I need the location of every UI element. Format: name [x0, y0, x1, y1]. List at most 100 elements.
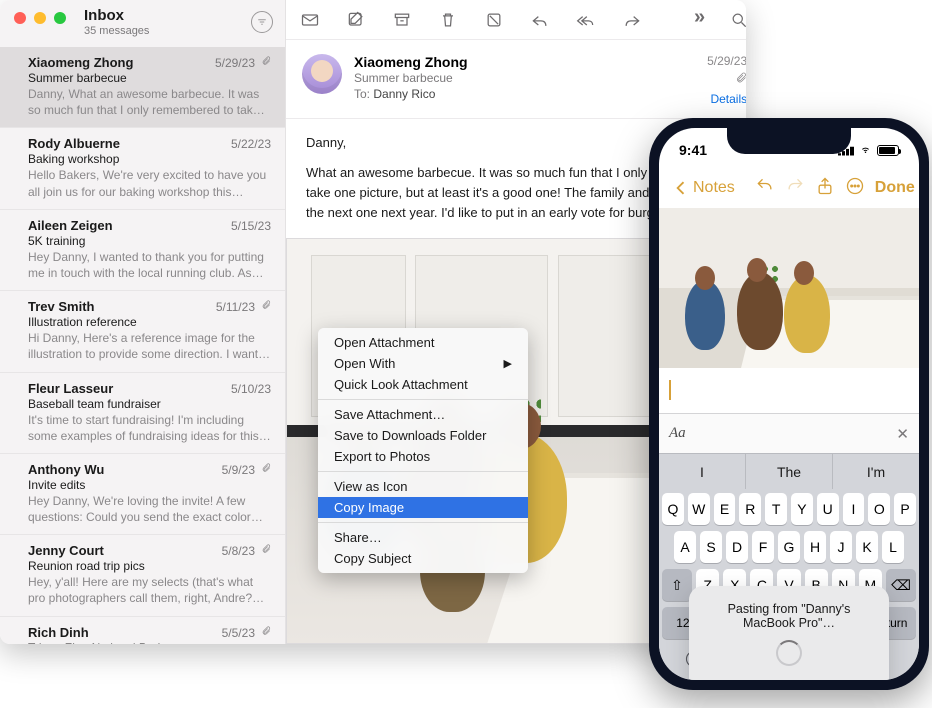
row-date: 5/10/23 — [231, 382, 271, 396]
key[interactable]: P — [894, 493, 916, 525]
key[interactable]: D — [726, 531, 748, 563]
reply-all-button[interactable] — [576, 10, 596, 30]
key[interactable]: T — [765, 493, 787, 525]
prediction[interactable]: I — [659, 454, 746, 489]
row-from: Jenny Court — [28, 543, 222, 558]
minimize-window-button[interactable] — [34, 12, 46, 24]
menu-item-label: Save Attachment… — [334, 407, 445, 422]
menu-item[interactable]: Save to Downloads Folder — [318, 425, 528, 446]
key[interactable]: L — [882, 531, 904, 563]
key[interactable]: W — [688, 493, 710, 525]
new-message-button[interactable] — [300, 10, 320, 30]
menu-item[interactable]: Copy Image — [318, 497, 528, 518]
row-subject: Trip to Zion National Park — [28, 641, 271, 644]
message-row[interactable]: Jenny Court5/8/23Reunion road trip picsH… — [0, 535, 285, 616]
prediction[interactable]: I'm — [833, 454, 919, 489]
row-from: Fleur Lasseur — [28, 381, 231, 396]
message-row[interactable]: Rody Albuerne5/22/23Baking workshopHello… — [0, 128, 285, 209]
key[interactable]: F — [752, 531, 774, 563]
zoom-window-button[interactable] — [54, 12, 66, 24]
done-button[interactable]: Done — [875, 179, 915, 197]
message-date: 5/29/23 — [707, 54, 746, 68]
sender-name: Xiaomeng Zhong — [354, 54, 695, 70]
reader-toolbar: » — [286, 0, 746, 40]
menu-item[interactable]: View as Icon — [318, 476, 528, 497]
window-controls[interactable] — [14, 7, 66, 24]
junk-icon — [484, 10, 504, 30]
row-date: 5/8/23 — [222, 544, 255, 558]
back-button[interactable]: Notes — [671, 178, 735, 198]
menu-item[interactable]: Quick Look Attachment — [318, 374, 528, 395]
envelope-icon — [300, 10, 320, 30]
row-subject: Summer barbecue — [28, 71, 271, 85]
more-button[interactable] — [845, 176, 865, 201]
row-subject: Invite edits — [28, 478, 271, 492]
key[interactable]: S — [700, 531, 722, 563]
share-button[interactable] — [815, 176, 835, 201]
row-subject: Reunion road trip pics — [28, 559, 271, 573]
key[interactable]: I — [843, 493, 865, 525]
delete-key[interactable]: ⌫ — [886, 569, 916, 601]
shift-key[interactable]: ⇧ — [662, 569, 692, 601]
menu-item[interactable]: Open Attachment — [318, 332, 528, 353]
text-cursor — [669, 380, 671, 400]
archive-button[interactable] — [392, 10, 412, 30]
message-row[interactable]: Anthony Wu5/9/23Invite editsHey Danny, W… — [0, 454, 285, 535]
menu-item[interactable]: Open With▶ — [318, 353, 528, 374]
delete-button[interactable] — [438, 10, 458, 30]
key[interactable]: U — [817, 493, 839, 525]
note-body[interactable]: Pasting from "Danny's MacBook Pro"… Canc… — [659, 368, 919, 413]
note-pasted-image[interactable] — [659, 208, 919, 368]
context-menu[interactable]: Open AttachmentOpen With▶Quick Look Atta… — [318, 328, 528, 573]
message-row[interactable]: Xiaomeng Zhong5/29/23Summer barbecueDann… — [0, 47, 285, 128]
forward-button[interactable] — [622, 10, 642, 30]
predictive-row[interactable]: ITheI'm — [659, 453, 919, 489]
trash-icon — [438, 10, 458, 30]
menu-separator — [318, 399, 528, 400]
compose-button[interactable] — [346, 10, 366, 30]
message-row[interactable]: Rich Dinh5/5/23Trip to Zion National Par… — [0, 617, 285, 644]
details-link[interactable]: Details — [707, 92, 746, 106]
menu-item-label: Share… — [334, 530, 382, 545]
menu-item[interactable]: Copy Subject — [318, 548, 528, 569]
undo-button[interactable] — [755, 176, 775, 201]
key[interactable]: G — [778, 531, 800, 563]
key[interactable]: O — [868, 493, 890, 525]
key[interactable]: Q — [662, 493, 684, 525]
wifi-icon — [858, 142, 873, 158]
menu-item[interactable]: Share… — [318, 527, 528, 548]
key[interactable]: Y — [791, 493, 813, 525]
spinner-icon — [776, 640, 802, 666]
prediction[interactable]: The — [746, 454, 833, 489]
dismiss-format-bar[interactable]: ✕ — [896, 425, 909, 443]
chevron-left-icon — [671, 178, 691, 198]
junk-button[interactable] — [484, 10, 504, 30]
key[interactable]: K — [856, 531, 878, 563]
key[interactable]: J — [830, 531, 852, 563]
redo-icon — [785, 176, 805, 196]
message-row[interactable]: Trev Smith5/11/23Illustration referenceH… — [0, 291, 285, 372]
reply-button[interactable] — [530, 10, 550, 30]
row-from: Aileen Zeigen — [28, 218, 231, 233]
format-button[interactable]: Aa — [669, 425, 686, 442]
menu-separator — [318, 471, 528, 472]
sidebar-header: Inbox 35 messages — [0, 0, 285, 47]
more-button[interactable]: » — [694, 6, 703, 29]
key[interactable]: A — [674, 531, 696, 563]
key[interactable]: E — [714, 493, 736, 525]
row-subject: Baking workshop — [28, 152, 271, 166]
menu-item[interactable]: Save Attachment… — [318, 404, 528, 425]
message-list[interactable]: Xiaomeng Zhong5/29/23Summer barbecueDann… — [0, 47, 285, 644]
redo-button[interactable] — [785, 176, 805, 201]
row-subject: Baseball team fundraiser — [28, 397, 271, 411]
filter-button[interactable] — [251, 11, 273, 33]
menu-item-label: Open With — [334, 356, 395, 371]
key[interactable]: R — [739, 493, 761, 525]
message-header: Xiaomeng Zhong Summer barbecue To: Danny… — [286, 40, 746, 119]
message-row[interactable]: Fleur Lasseur5/10/23Baseball team fundra… — [0, 373, 285, 454]
close-window-button[interactable] — [14, 12, 26, 24]
key[interactable]: H — [804, 531, 826, 563]
menu-item[interactable]: Export to Photos — [318, 446, 528, 467]
message-row[interactable]: Aileen Zeigen5/15/235K trainingHey Danny… — [0, 210, 285, 291]
search-button[interactable] — [729, 10, 746, 30]
